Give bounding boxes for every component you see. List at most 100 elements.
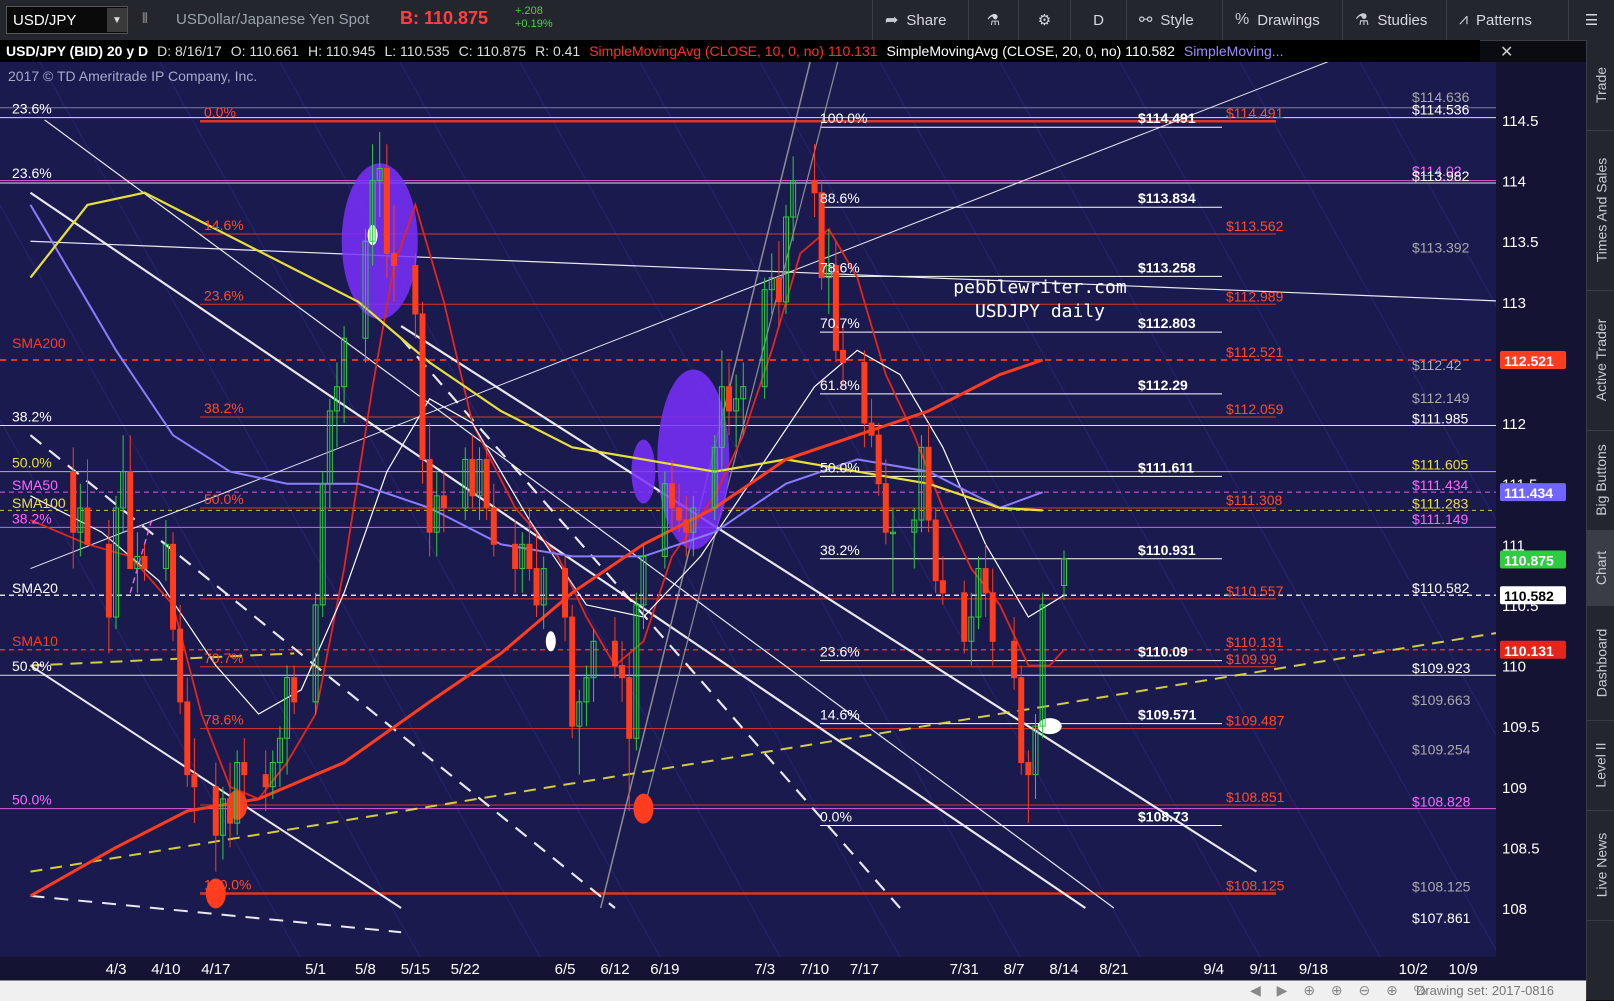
rail-tab-big-buttons[interactable]: Big Buttons [1587,430,1614,531]
candle-body [469,458,476,497]
candle-body [127,471,134,570]
x-tick-label: 4/10 [151,961,180,978]
style-label: Style [1160,11,1194,29]
level-value-red: $112.989 [1226,288,1284,304]
price-badge-label: 110.582 [1504,588,1554,604]
candle-body [483,458,490,509]
fib-label-mid: 100.0% [820,110,867,126]
level-value-right: $110.582 [1412,580,1470,596]
high-label: H: 110.945 [307,43,376,59]
x-tick-label: 9/4 [1203,961,1224,978]
rail-tab-level-ii[interactable]: Level II [1587,720,1614,811]
link-icon[interactable]: ⫴ [142,10,154,30]
sma20-value: 110.582 [1125,43,1175,59]
rail-tab-active-trader[interactable]: Active Trader [1587,290,1614,431]
level-value-right: $109.663 [1412,692,1471,708]
share-button[interactable]: ➦ Share [872,0,968,40]
level-value-red: $112.521 [1226,344,1284,360]
x-tick-label: 9/18 [1299,961,1328,978]
x-tick-label: 10/2 [1399,961,1428,978]
fib-value-mid: $108.73 [1138,809,1189,825]
patterns-button[interactable]: ⩘ Patterns [1446,0,1568,40]
rail-tab-label: Big Buttons [1593,444,1610,516]
fib-label-left: 23.6% [12,101,52,117]
candle-body [191,774,198,788]
highlight-ellipse [631,439,656,504]
menu-button[interactable]: ☰ [1568,0,1614,40]
x-tick-label: 10/9 [1449,961,1478,978]
fib-label-left: 70.7% [204,650,244,666]
rail-tab-trade[interactable]: Trade [1587,40,1614,131]
candle-body [105,543,112,618]
studies-button[interactable]: ⚗ Studies [1342,0,1446,40]
x-tick-label: 5/22 [451,961,480,978]
close-icon[interactable]: ✕ [1500,42,1513,62]
change-value: +.208 [515,5,543,17]
rail-tab-live-news[interactable]: Live News [1587,810,1614,921]
style-button[interactable]: ⚯ Style [1126,0,1222,40]
level-value-right: $108.828 [1412,794,1471,810]
x-tick-label: 8/7 [1004,961,1025,978]
candle-body [419,313,426,460]
fib-label-mid: 61.8% [820,377,860,393]
x-tick-label: 6/12 [600,961,629,978]
info-bar: USD/JPY (BID) 20 y D D: 8/16/17 O: 110.6… [0,40,1480,62]
rail-tab-dashboard[interactable]: Dashboard [1587,605,1614,721]
symbol-selector[interactable]: USD/JPY ▼ [6,6,128,34]
x-tick-label: 6/5 [555,961,576,978]
level-value-right: $111.985 [1412,411,1469,427]
candle-body [875,434,882,485]
studies-label: Studies [1377,11,1428,29]
candle-body [262,774,269,788]
period-button[interactable]: D [1070,0,1126,40]
level-value-right: $113.392 [1412,240,1470,256]
candle-body [440,495,447,509]
gear-icon: ⚙ [1037,12,1052,29]
y-tick-label: 108.5 [1502,840,1540,857]
chevron-down-icon[interactable]: ▼ [107,8,127,32]
flask-icon: ⚗ [1355,12,1370,29]
rail-tab-chart[interactable]: Chart [1587,530,1614,606]
candle-body [611,640,618,667]
fib-label-left: 23.6% [12,165,52,181]
level-value-red: $113.562 [1226,218,1284,234]
fib-label-left: 50.0% [12,792,52,808]
rail-tab-label: Level II [1593,742,1610,788]
drawings-button[interactable]: % Drawings [1222,0,1342,40]
candle-body [725,386,732,412]
price-chart[interactable]: 23.6% 0.0% 23.6% 14.6% 23.6% 38.2% 38.2% 50.0% 5… [0,62,1586,980]
symbol-input[interactable]: USD/JPY [7,12,107,29]
level-value-red: $108.851 [1226,789,1285,805]
candle-body [241,762,248,776]
bid-price: B: 110.875 [400,8,489,28]
candle-body [562,568,569,618]
x-tick-label: 9/11 [1250,961,1278,978]
flask-button[interactable]: ⚗ [968,0,1018,40]
zoom-controls[interactable]: ◀ ▶ ⊕ ⊕ ⊖ ⊕ % [1250,982,1432,999]
candle-body [961,592,968,642]
sma10-label[interactable]: SimpleMovingAvg (CLOSE, 10, 0, no) [589,43,824,59]
y-tick-label: 109 [1502,780,1527,797]
sma-more-label[interactable]: SimpleMoving... [1184,43,1284,59]
date-label: D: 8/16/17 [157,43,222,59]
marker-dot [545,631,556,652]
price-change: +.208 +0.19% [515,5,553,31]
rail-tab-times-and-sales[interactable]: Times And Sales [1587,130,1614,291]
x-tick-label: 4/3 [106,961,127,978]
pattern-icon: ⩘ [1459,11,1469,28]
open-label: O: 110.661 [230,43,299,59]
fib-label-mid: 0.0% [820,809,852,825]
settings-button[interactable]: ⚙ [1018,0,1070,40]
fib-value-mid: $110.09 [1138,644,1188,660]
candle-body [882,483,889,533]
level-value-right: $114.536 [1412,101,1470,117]
fib-label-left: 38.2% [204,400,244,416]
level-value-red: $114.491 [1226,105,1284,121]
fib-label-left: 38.2% [12,510,52,526]
level-value-right: $112.42 [1412,357,1462,373]
percent-icon: % [1235,11,1250,28]
drawing-set-label[interactable]: Drawing set: 2017-0816 [1416,983,1554,998]
sma20-label[interactable]: SimpleMovingAvg (CLOSE, 20, 0, no) [887,43,1122,59]
level-value-right: $111.283 [1412,495,1469,511]
candle-body [775,277,782,303]
